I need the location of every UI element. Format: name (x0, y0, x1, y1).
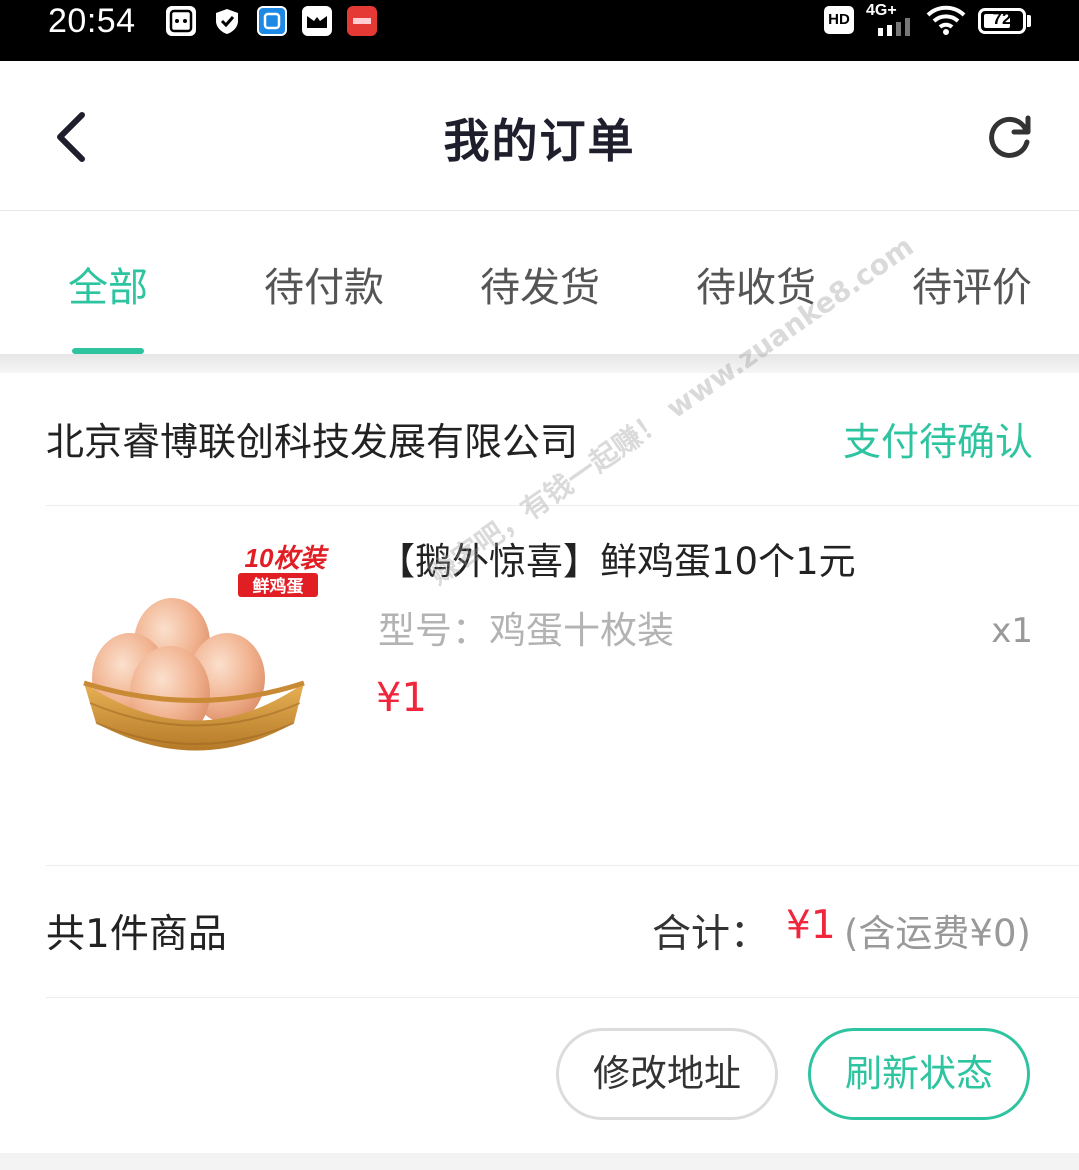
battery-tip (1027, 15, 1031, 27)
hd-badge: HD (824, 6, 854, 34)
cat-cloud-icon (166, 6, 196, 36)
item-count: 共1件商品 (46, 912, 227, 957)
wifi-icon (926, 5, 966, 35)
total-price: ¥1 (786, 903, 836, 948)
tab-pending-payment[interactable]: 待付款 (216, 255, 432, 313)
signal-icon (878, 18, 910, 36)
page-title: 我的订单 (443, 114, 636, 168)
product-price: ¥1 (376, 675, 427, 721)
battery-level: 72 (992, 9, 1012, 28)
order-status: 支付待确认 (842, 420, 1033, 464)
tabs-shadow (0, 354, 1079, 372)
tab-all[interactable]: 全部 (0, 255, 216, 313)
blue-app-icon (257, 6, 287, 36)
image-badge-bottom: 鲜鸡蛋 (253, 576, 304, 597)
tab-pending-shipment[interactable]: 待发货 (432, 255, 648, 313)
total-label: 合计： (652, 912, 770, 957)
refresh-button[interactable] (980, 106, 1040, 166)
product-image[interactable]: 10枚装 鲜鸡蛋 (72, 533, 342, 783)
edit-address-button[interactable]: 修改地址 (556, 1028, 778, 1120)
shipping-note: (含运费¥0) (844, 912, 1031, 955)
refresh-icon (989, 115, 1031, 158)
page-header: 我的订单 (0, 61, 1079, 211)
product-spec: 型号：鸡蛋十枚装 (378, 609, 674, 652)
status-time: 20:54 (48, 2, 136, 40)
red-app-icon (347, 6, 377, 36)
divider (46, 865, 1079, 866)
bottom-strip (0, 1153, 1079, 1170)
shield-icon (212, 6, 242, 36)
book-app-icon (302, 6, 332, 36)
refresh-status-button[interactable]: 刷新状态 (808, 1028, 1030, 1120)
product-quantity: x1 (991, 611, 1033, 651)
image-badge-top: 10枚装 (245, 543, 330, 573)
shop-name: 北京睿博联创科技发展有限公司 (46, 420, 579, 464)
divider (46, 997, 1079, 998)
status-bar: 20:54 HD 4G+ 72 (0, 0, 1079, 61)
order-tabs: 全部 待付款 待发货 待收货 待评价 (0, 211, 1079, 354)
battery-icon: 72 (978, 8, 1026, 34)
